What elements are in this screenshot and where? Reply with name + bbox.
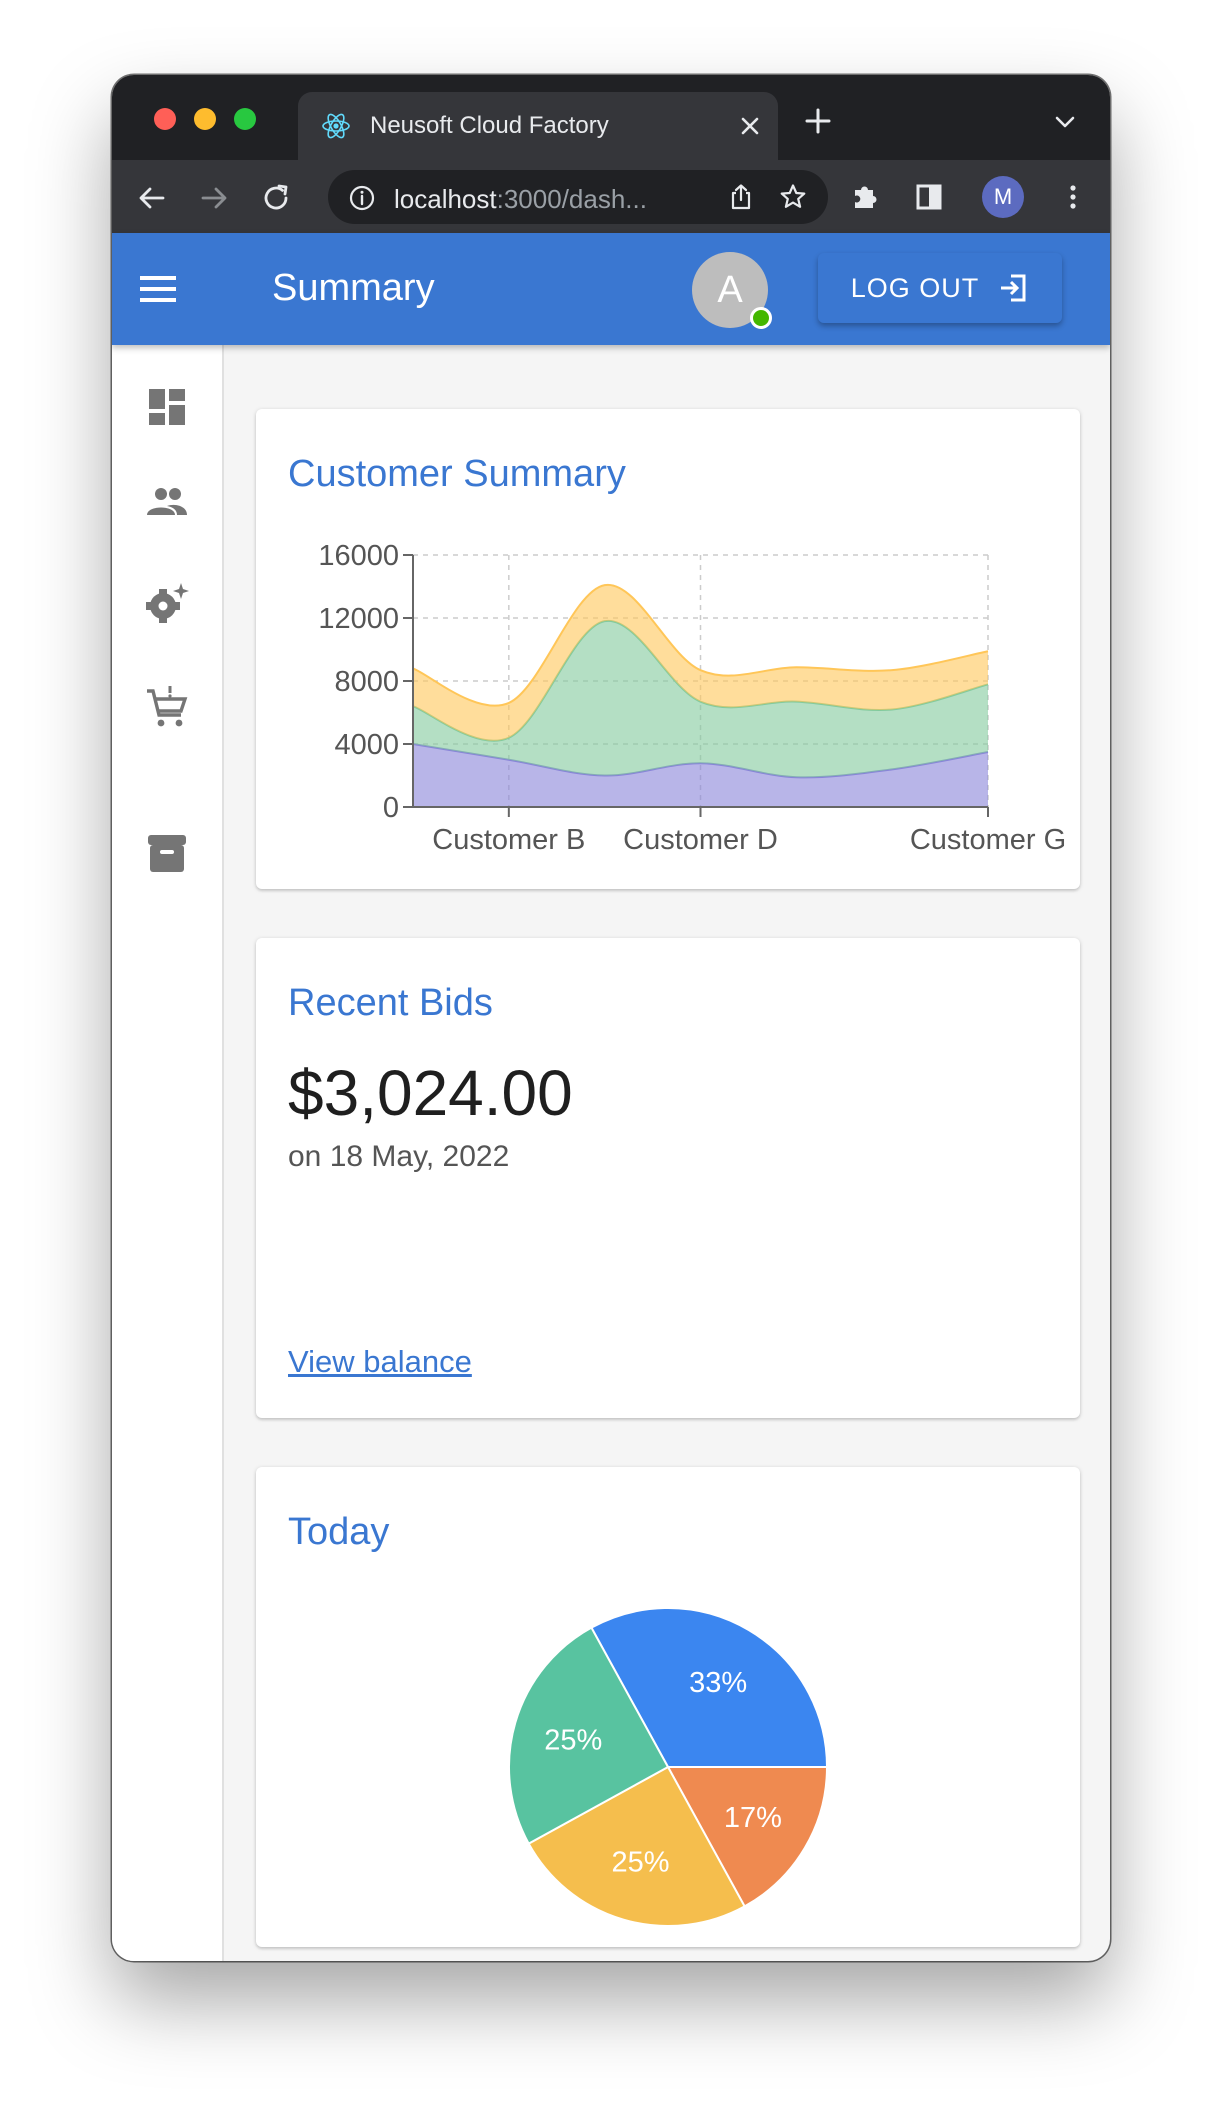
tab-title: Neusoft Cloud Factory	[370, 112, 609, 139]
archive-icon[interactable]	[145, 831, 189, 875]
today-title: Today	[288, 1511, 390, 1553]
zoom-window-button[interactable]	[234, 108, 256, 130]
info-icon[interactable]	[348, 184, 376, 212]
today-card: Today 33% 17% 25% 25%	[256, 1467, 1080, 1947]
x-tick-label: Customer D	[623, 824, 778, 856]
pie-slice-label: 25%	[544, 1724, 602, 1756]
browser-window: Neusoft Cloud Factory localhost:3000/das…	[112, 75, 1110, 1961]
bookmark-star-icon[interactable]	[778, 182, 808, 212]
share-icon[interactable]	[726, 182, 756, 212]
new-tab-icon[interactable]	[802, 105, 834, 137]
kebab-menu-icon[interactable]	[1056, 180, 1090, 214]
pie-slice-label: 25%	[611, 1847, 669, 1879]
url-text: localhost:3000/dash...	[394, 184, 647, 214]
hamburger-menu-icon[interactable]	[138, 271, 178, 307]
minimize-window-button[interactable]	[194, 108, 216, 130]
y-tick-label: 12000	[318, 603, 399, 635]
logout-button[interactable]: LOG OUT	[818, 253, 1062, 323]
side-panel-icon[interactable]	[912, 180, 946, 214]
recent-bids-card: Recent Bids $3,024.00 on 18 May, 2022 Vi…	[256, 938, 1080, 1418]
close-tab-icon[interactable]	[734, 110, 766, 142]
address-bar[interactable]: localhost:3000/dash...	[328, 170, 828, 224]
close-window-button[interactable]	[154, 108, 176, 130]
customer-summary-card: Customer Summary 0 4000 8000 12000 16000 Cust…	[256, 409, 1080, 889]
customer-summary-chart: 0 4000 8000 12000 16000 Customer B Customer D C…	[318, 540, 1066, 856]
browser-tab[interactable]: Neusoft Cloud Factory	[298, 92, 778, 160]
reload-icon[interactable]	[260, 182, 292, 214]
y-tick-label: 8000	[334, 666, 399, 698]
chevron-down-icon[interactable]	[1052, 109, 1078, 135]
cart-icon[interactable]	[145, 685, 189, 729]
customer-summary-title: Customer Summary	[288, 453, 626, 495]
y-tick-label: 0	[383, 792, 399, 824]
bid-amount: $3,024.00	[288, 1057, 573, 1129]
extensions-puzzle-icon[interactable]	[848, 180, 882, 214]
settings-sparkle-icon[interactable]	[145, 581, 189, 625]
x-tick-label: Customer G	[910, 824, 1066, 856]
bid-date: on 18 May, 2022	[288, 1140, 510, 1173]
react-icon	[322, 113, 350, 139]
back-arrow-icon[interactable]	[136, 182, 168, 214]
logout-icon	[1001, 274, 1026, 302]
y-tick-label: 4000	[334, 729, 399, 761]
page-title: Summary	[272, 267, 435, 309]
y-tick-label: 16000	[318, 540, 399, 572]
pie-slice-label: 33%	[689, 1667, 747, 1699]
pie-slice-label: 17%	[724, 1802, 782, 1834]
sidebar	[112, 345, 224, 1961]
recent-bids-title: Recent Bids	[288, 982, 493, 1024]
app-bar: Summary A LOG OUT	[112, 233, 1110, 345]
view-balance-link[interactable]: View balance	[288, 1344, 472, 1380]
online-status-badge	[750, 307, 772, 329]
forward-arrow-icon[interactable]	[198, 182, 230, 214]
today-pie-chart: 33% 17% 25% 25%	[508, 1607, 829, 1927]
dashboard-icon[interactable]	[145, 385, 189, 429]
browser-toolbar: localhost:3000/dash... M	[112, 160, 1110, 233]
profile-avatar[interactable]: M	[982, 176, 1024, 218]
logout-label: LOG OUT	[850, 272, 980, 303]
x-tick-label: Customer B	[432, 824, 585, 856]
tab-bar: Neusoft Cloud Factory	[112, 75, 1110, 160]
people-icon[interactable]	[145, 479, 189, 523]
